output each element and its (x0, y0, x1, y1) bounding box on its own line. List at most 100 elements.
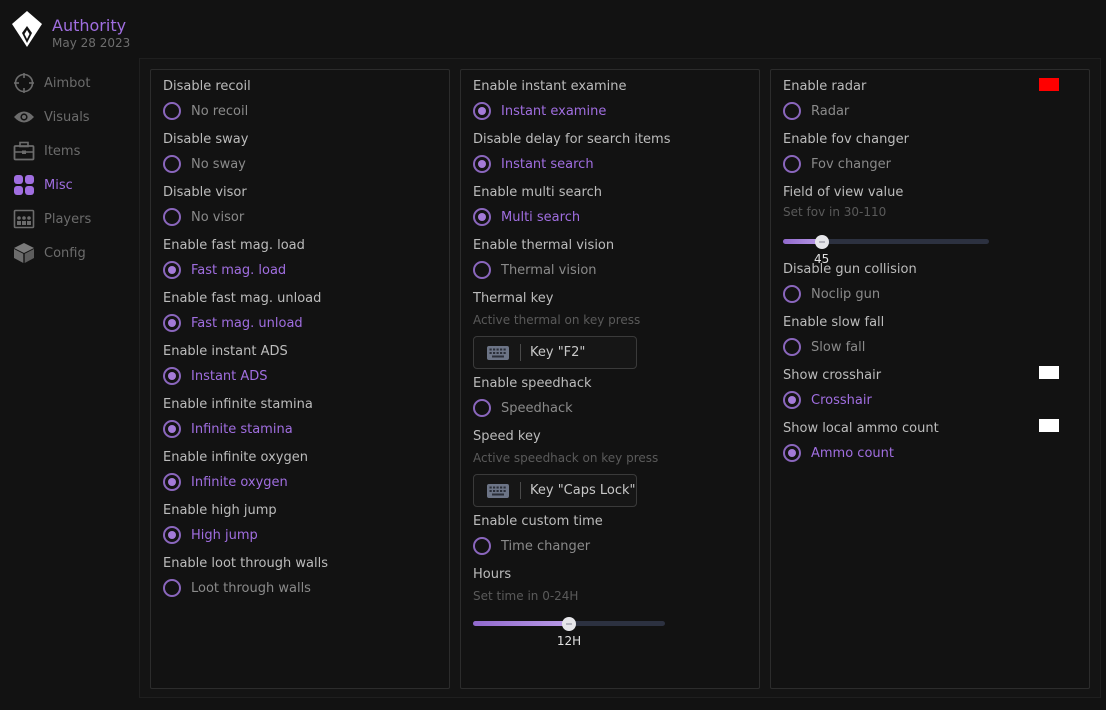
sidebar-item-items[interactable]: Items (12, 134, 132, 168)
radio-button[interactable] (163, 367, 181, 385)
speedhack-option[interactable]: Speedhack (473, 398, 573, 418)
slow-fall-title: Enable slow fall (783, 315, 885, 330)
thermal-title: Enable thermal vision (473, 238, 615, 253)
ammo-color-swatch[interactable] (1039, 419, 1059, 432)
radar-option[interactable]: Radar (783, 101, 849, 121)
crosshair-title: Show crosshair (783, 368, 882, 383)
recoil-option[interactable]: No recoil (163, 101, 248, 121)
thermal-key-desc: Active thermal on key press (473, 313, 641, 327)
radio-button[interactable] (473, 102, 491, 120)
multi-search-option[interactable]: Multi search (473, 207, 580, 227)
thermal-option[interactable]: Thermal vision (473, 260, 597, 280)
sway-title: Disable sway (163, 132, 249, 147)
speedhack-title: Enable speedhack (473, 376, 592, 391)
radio-button[interactable] (163, 420, 181, 438)
radio-button[interactable] (163, 314, 181, 332)
sidebar-item-visuals[interactable]: Visuals (12, 100, 132, 134)
radio-button[interactable] (783, 444, 801, 462)
crosshair-option[interactable]: Crosshair (783, 390, 872, 410)
radar-color-swatch[interactable] (1039, 78, 1059, 91)
radio-button[interactable] (163, 579, 181, 597)
panel-player: Disable recoil No recoil Disable sway No… (150, 69, 450, 689)
jump-option[interactable]: High jump (163, 525, 258, 545)
custom-time-title: Enable custom time (473, 514, 603, 529)
sidebar-item-aimbot[interactable]: Aimbot (12, 66, 132, 100)
radio-button[interactable] (783, 155, 801, 173)
option-label: Fast mag. unload (191, 315, 303, 331)
gun-collision-option[interactable]: Noclip gun (783, 284, 880, 304)
option-label: Instant search (501, 156, 594, 172)
fov-slider[interactable]: 45 (783, 232, 989, 266)
radio-button[interactable] (163, 526, 181, 544)
hours-slider[interactable]: 12H (473, 614, 665, 648)
sidebar-item-label: Visuals (44, 109, 90, 125)
slider-thumb[interactable] (562, 617, 576, 631)
option-label: Loot through walls (191, 580, 311, 596)
sway-option[interactable]: No sway (163, 154, 246, 174)
option-label: Ammo count (811, 445, 894, 461)
hours-title: Hours (473, 567, 512, 582)
slider-thumb[interactable] (814, 235, 829, 249)
sidebar-item-players[interactable]: Players (12, 202, 132, 236)
oxygen-option[interactable]: Infinite oxygen (163, 472, 288, 492)
sidebar-item-config[interactable]: Config (12, 236, 132, 270)
radio-button[interactable] (473, 208, 491, 226)
crosshair-icon (12, 71, 36, 95)
fov-value-title: Field of view value (783, 185, 904, 200)
ads-option[interactable]: Instant ADS (163, 366, 268, 386)
sidebar-item-label: Aimbot (44, 75, 91, 91)
speed-key-button[interactable]: Key "Caps Lock" (473, 474, 637, 507)
radio-button[interactable] (163, 261, 181, 279)
radio-button[interactable] (473, 155, 491, 173)
sidebar-item-misc[interactable]: Misc (12, 168, 132, 202)
option-label: Infinite stamina (191, 421, 293, 437)
option-label: No recoil (191, 103, 249, 119)
panel-world: Enable instant examine Instant examine D… (460, 69, 760, 689)
thermal-key-label: Key "F2" (530, 345, 586, 360)
examine-option[interactable]: Instant examine (473, 101, 606, 121)
radio-button[interactable] (163, 155, 181, 173)
option-label: Slow fall (811, 339, 866, 355)
radio-button[interactable] (473, 399, 491, 417)
ammo-option[interactable]: Ammo count (783, 443, 894, 463)
fast-unload-option[interactable]: Fast mag. unload (163, 313, 303, 333)
radio-button[interactable] (783, 338, 801, 356)
option-label: Radar (811, 103, 850, 119)
thermal-key-button[interactable]: Key "F2" (473, 336, 637, 369)
radio-button[interactable] (163, 473, 181, 491)
radio-button[interactable] (473, 261, 491, 279)
radio-button[interactable] (783, 102, 801, 120)
visor-option[interactable]: No visor (163, 207, 244, 227)
sidebar: Aimbot Visuals Items Misc Players Config (12, 66, 132, 270)
ammo-title: Show local ammo count (783, 421, 939, 436)
crosshair-color-swatch[interactable] (1039, 366, 1059, 379)
slow-fall-option[interactable]: Slow fall (783, 337, 865, 357)
option-label: Fov changer (811, 156, 891, 172)
oxygen-title: Enable infinite oxygen (163, 450, 308, 465)
sidebar-item-label: Players (44, 211, 92, 227)
option-label: High jump (191, 527, 258, 543)
cube-icon (12, 241, 36, 265)
radio-button[interactable] (783, 285, 801, 303)
option-label: No sway (191, 156, 246, 172)
loot-option[interactable]: Loot through walls (163, 578, 311, 598)
fast-load-title: Enable fast mag. load (163, 238, 305, 253)
slider-fill (473, 621, 569, 626)
sidebar-item-label: Misc (44, 177, 73, 193)
radio-button[interactable] (163, 102, 181, 120)
radar-title: Enable radar (783, 79, 867, 94)
radio-button[interactable] (473, 537, 491, 555)
brand: Authority May 28 2023 (12, 11, 142, 51)
custom-time-option[interactable]: Time changer (473, 536, 590, 556)
option-label: Instant examine (501, 103, 607, 119)
briefcase-icon (12, 139, 36, 163)
radio-button[interactable] (783, 391, 801, 409)
fov-option[interactable]: Fov changer (783, 154, 891, 174)
brand-name: Authority (52, 16, 127, 35)
option-label: Multi search (501, 209, 581, 225)
fast-load-option[interactable]: Fast mag. load (163, 260, 286, 280)
multi-search-title: Enable multi search (473, 185, 602, 200)
radio-button[interactable] (163, 208, 181, 226)
stamina-option[interactable]: Infinite stamina (163, 419, 293, 439)
search-option[interactable]: Instant search (473, 154, 594, 174)
